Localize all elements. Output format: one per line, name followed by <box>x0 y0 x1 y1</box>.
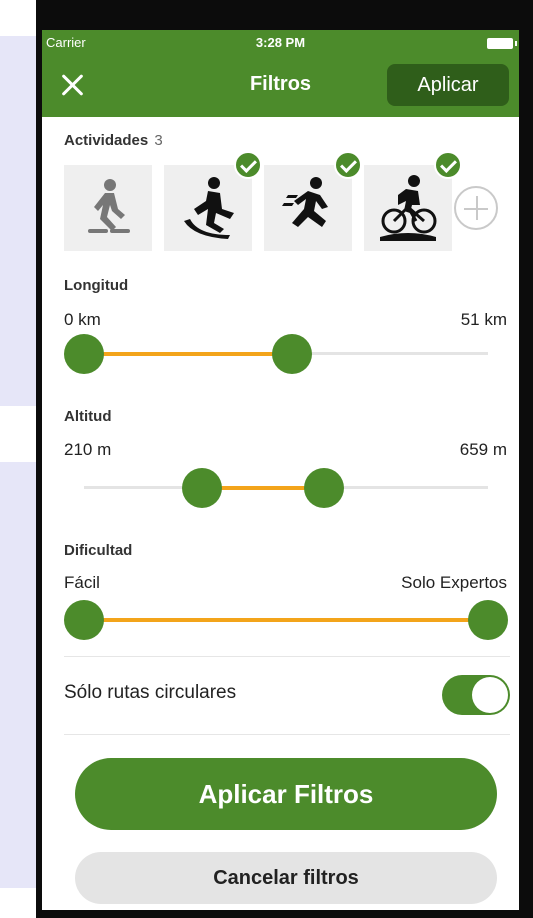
difficulty-min-value: Fácil <box>64 573 100 592</box>
altitude-min-value: 210 m <box>64 440 112 459</box>
activity-tile-snowshoeing[interactable] <box>64 165 152 251</box>
activities-label: Actividades <box>64 132 149 149</box>
altitude-section-label: Altitud <box>64 408 112 425</box>
difficulty-slider-min-handle[interactable] <box>64 600 104 640</box>
activity-tile-sledding[interactable] <box>164 151 262 251</box>
divider <box>64 734 510 735</box>
length-slider-fill <box>84 352 292 356</box>
length-section-label: Longitud <box>64 277 129 294</box>
divider <box>64 656 510 657</box>
toggle-knob <box>472 677 508 713</box>
battery-icon <box>487 38 517 49</box>
running-icon <box>282 177 328 227</box>
difficulty-max-value: Solo Expertos <box>401 573 507 592</box>
cancel-filters-button[interactable]: Cancelar filtros <box>75 852 497 904</box>
activity-tile-mountain-biking[interactable] <box>364 151 462 251</box>
altitude-slider-max-handle[interactable] <box>304 468 344 508</box>
status-bar: Carrier 3:28 PM <box>42 30 519 56</box>
selected-check-icon <box>234 151 262 179</box>
circular-routes-label: Sólo rutas circulares <box>64 682 237 703</box>
navigation-bar: Carrier 3:28 PM Filtros Aplicar <box>42 30 519 117</box>
activity-tile-running[interactable] <box>264 151 362 251</box>
difficulty-slider-max-handle[interactable] <box>468 600 508 640</box>
difficulty-section-label: Dificultad <box>64 542 133 559</box>
length-slider-min-handle[interactable] <box>64 334 104 374</box>
length-max-value: 51 km <box>460 310 507 329</box>
sledding-icon <box>184 177 234 239</box>
status-time: 3:28 PM <box>255 35 306 50</box>
circular-routes-toggle[interactable] <box>442 675 510 715</box>
add-activity-icon[interactable] <box>454 186 498 230</box>
activities-count: 3 <box>154 132 163 149</box>
length-slider-max-handle[interactable] <box>272 334 312 374</box>
selected-check-icon <box>334 151 362 179</box>
apply-button[interactable]: Aplicar <box>387 64 509 106</box>
difficulty-slider-fill <box>84 618 488 622</box>
mountain-biking-icon <box>380 175 437 241</box>
altitude-max-value: 659 m <box>459 440 507 459</box>
altitude-slider-min-handle[interactable] <box>182 468 222 508</box>
length-min-value: 0 km <box>64 310 101 329</box>
apply-filters-button[interactable]: Aplicar Filtros <box>75 758 497 830</box>
snowshoeing-icon <box>88 179 130 233</box>
activities-section-label: Actividades 3 <box>64 132 163 149</box>
filters-screen: Carrier 3:28 PM Filtros Aplicar Activida… <box>42 30 519 910</box>
selected-check-icon <box>434 151 462 179</box>
